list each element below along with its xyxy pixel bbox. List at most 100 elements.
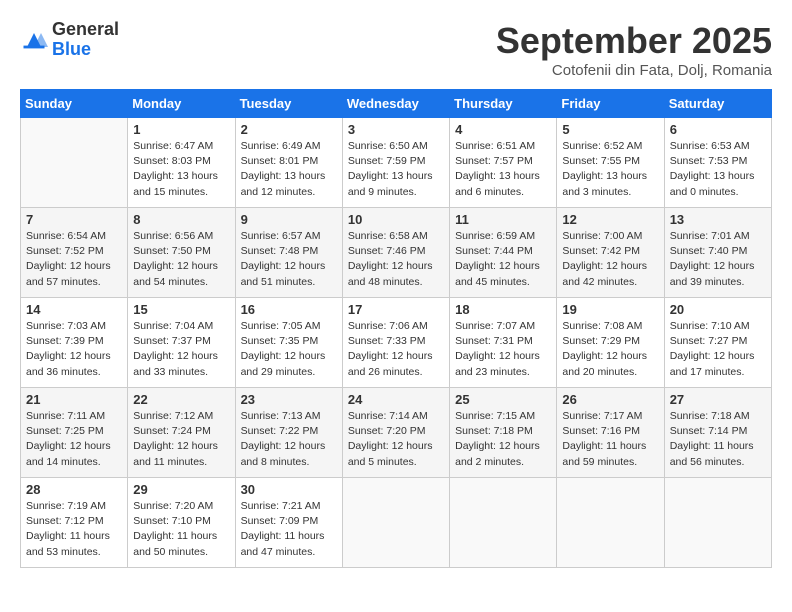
cell-info: Sunrise: 6:51 AM Sunset: 7:57 PM Dayligh… — [455, 139, 551, 200]
cell-info: Sunrise: 7:08 AM Sunset: 7:29 PM Dayligh… — [562, 319, 658, 380]
day-header-sunday: Sunday — [21, 90, 128, 118]
day-header-friday: Friday — [557, 90, 664, 118]
logo-icon — [20, 26, 48, 54]
day-header-wednesday: Wednesday — [342, 90, 449, 118]
day-number: 27 — [670, 392, 766, 407]
day-number: 19 — [562, 302, 658, 317]
cell-info: Sunrise: 7:19 AM Sunset: 7:12 PM Dayligh… — [26, 499, 122, 560]
location-subtitle: Cotofenii din Fata, Dolj, Romania — [496, 62, 772, 79]
calendar-cell: 18 Sunrise: 7:07 AM Sunset: 7:31 PM Dayli… — [450, 298, 557, 388]
cell-info: Sunrise: 7:17 AM Sunset: 7:16 PM Dayligh… — [562, 409, 658, 470]
day-number: 5 — [562, 122, 658, 137]
day-number: 4 — [455, 122, 551, 137]
cell-info: Sunrise: 7:07 AM Sunset: 7:31 PM Dayligh… — [455, 319, 551, 380]
calendar-cell: 13 Sunrise: 7:01 AM Sunset: 7:40 PM Dayli… — [664, 208, 771, 298]
cell-info: Sunrise: 6:57 AM Sunset: 7:48 PM Dayligh… — [241, 229, 337, 290]
logo: General Blue — [20, 20, 119, 60]
calendar-cell: 19 Sunrise: 7:08 AM Sunset: 7:29 PM Dayli… — [557, 298, 664, 388]
day-number: 28 — [26, 482, 122, 497]
day-number: 13 — [670, 212, 766, 227]
calendar-week-3: 14 Sunrise: 7:03 AM Sunset: 7:39 PM Dayli… — [21, 298, 772, 388]
cell-info: Sunrise: 6:56 AM Sunset: 7:50 PM Dayligh… — [133, 229, 229, 290]
calendar-table: SundayMondayTuesdayWednesdayThursdayFrid… — [20, 89, 772, 568]
day-number: 12 — [562, 212, 658, 227]
calendar-cell: 14 Sunrise: 7:03 AM Sunset: 7:39 PM Dayli… — [21, 298, 128, 388]
cell-info: Sunrise: 7:00 AM Sunset: 7:42 PM Dayligh… — [562, 229, 658, 290]
cell-info: Sunrise: 7:11 AM Sunset: 7:25 PM Dayligh… — [26, 409, 122, 470]
calendar-cell: 22 Sunrise: 7:12 AM Sunset: 7:24 PM Dayli… — [128, 388, 235, 478]
cell-info: Sunrise: 7:10 AM Sunset: 7:27 PM Dayligh… — [670, 319, 766, 380]
cell-info: Sunrise: 6:49 AM Sunset: 8:01 PM Dayligh… — [241, 139, 337, 200]
day-number: 24 — [348, 392, 444, 407]
cell-info: Sunrise: 6:59 AM Sunset: 7:44 PM Dayligh… — [455, 229, 551, 290]
day-number: 18 — [455, 302, 551, 317]
day-number: 1 — [133, 122, 229, 137]
calendar-cell: 12 Sunrise: 7:00 AM Sunset: 7:42 PM Dayli… — [557, 208, 664, 298]
calendar-week-1: 1 Sunrise: 6:47 AM Sunset: 8:03 PM Daylig… — [21, 118, 772, 208]
calendar-cell — [21, 118, 128, 208]
cell-info: Sunrise: 7:05 AM Sunset: 7:35 PM Dayligh… — [241, 319, 337, 380]
day-number: 20 — [670, 302, 766, 317]
calendar-cell: 29 Sunrise: 7:20 AM Sunset: 7:10 PM Dayli… — [128, 478, 235, 568]
calendar-cell: 26Sunrise: 7:17 AM Sunset: 7:16 PM Dayli… — [557, 388, 664, 478]
page-header: General Blue September 2025 Cotofenii di… — [20, 20, 772, 79]
calendar-cell: 16 Sunrise: 7:05 AM Sunset: 7:35 PM Dayli… — [235, 298, 342, 388]
cell-info: Sunrise: 7:12 AM Sunset: 7:24 PM Dayligh… — [133, 409, 229, 470]
cell-info: Sunrise: 7:15 AM Sunset: 7:18 PM Dayligh… — [455, 409, 551, 470]
calendar-cell: 11 Sunrise: 6:59 AM Sunset: 7:44 PM Dayli… — [450, 208, 557, 298]
calendar-cell: 3Sunrise: 6:50 AM Sunset: 7:59 PM Daylig… — [342, 118, 449, 208]
calendar-cell: 1 Sunrise: 6:47 AM Sunset: 8:03 PM Daylig… — [128, 118, 235, 208]
calendar-cell — [557, 478, 664, 568]
day-number: 25 — [455, 392, 551, 407]
calendar-cell: 7Sunrise: 6:54 AM Sunset: 7:52 PM Daylig… — [21, 208, 128, 298]
cell-info: Sunrise: 7:06 AM Sunset: 7:33 PM Dayligh… — [348, 319, 444, 380]
cell-info: Sunrise: 7:01 AM Sunset: 7:40 PM Dayligh… — [670, 229, 766, 290]
cell-info: Sunrise: 6:47 AM Sunset: 8:03 PM Dayligh… — [133, 139, 229, 200]
calendar-week-2: 7Sunrise: 6:54 AM Sunset: 7:52 PM Daylig… — [21, 208, 772, 298]
day-number: 8 — [133, 212, 229, 227]
day-number: 21 — [26, 392, 122, 407]
calendar-header-row: SundayMondayTuesdayWednesdayThursdayFrid… — [21, 90, 772, 118]
day-header-thursday: Thursday — [450, 90, 557, 118]
day-number: 17 — [348, 302, 444, 317]
day-number: 22 — [133, 392, 229, 407]
calendar-cell: 30Sunrise: 7:21 AM Sunset: 7:09 PM Dayli… — [235, 478, 342, 568]
cell-info: Sunrise: 6:52 AM Sunset: 7:55 PM Dayligh… — [562, 139, 658, 200]
day-number: 14 — [26, 302, 122, 317]
calendar-cell: 28 Sunrise: 7:19 AM Sunset: 7:12 PM Dayli… — [21, 478, 128, 568]
calendar-cell: 2 Sunrise: 6:49 AM Sunset: 8:01 PM Daylig… — [235, 118, 342, 208]
calendar-cell — [450, 478, 557, 568]
cell-info: Sunrise: 6:58 AM Sunset: 7:46 PM Dayligh… — [348, 229, 444, 290]
calendar-cell: 17 Sunrise: 7:06 AM Sunset: 7:33 PM Dayli… — [342, 298, 449, 388]
calendar-cell: 8 Sunrise: 6:56 AM Sunset: 7:50 PM Daylig… — [128, 208, 235, 298]
title-block: September 2025 Cotofenii din Fata, Dolj,… — [496, 20, 772, 79]
day-number: 15 — [133, 302, 229, 317]
cell-info: Sunrise: 7:21 AM Sunset: 7:09 PM Dayligh… — [241, 499, 337, 560]
cell-info: Sunrise: 7:04 AM Sunset: 7:37 PM Dayligh… — [133, 319, 229, 380]
cell-info: Sunrise: 7:18 AM Sunset: 7:14 PM Dayligh… — [670, 409, 766, 470]
calendar-cell — [664, 478, 771, 568]
calendar-cell: 4 Sunrise: 6:51 AM Sunset: 7:57 PM Daylig… — [450, 118, 557, 208]
calendar-cell: 15 Sunrise: 7:04 AM Sunset: 7:37 PM Dayli… — [128, 298, 235, 388]
calendar-cell: 23Sunrise: 7:13 AM Sunset: 7:22 PM Dayli… — [235, 388, 342, 478]
day-number: 29 — [133, 482, 229, 497]
cell-info: Sunrise: 6:54 AM Sunset: 7:52 PM Dayligh… — [26, 229, 122, 290]
day-number: 11 — [455, 212, 551, 227]
cell-info: Sunrise: 7:14 AM Sunset: 7:20 PM Dayligh… — [348, 409, 444, 470]
month-title: September 2025 — [496, 20, 772, 62]
cell-info: Sunrise: 7:13 AM Sunset: 7:22 PM Dayligh… — [241, 409, 337, 470]
calendar-cell: 5 Sunrise: 6:52 AM Sunset: 7:55 PM Daylig… — [557, 118, 664, 208]
calendar-cell: 6Sunrise: 6:53 AM Sunset: 7:53 PM Daylig… — [664, 118, 771, 208]
cell-info: Sunrise: 7:03 AM Sunset: 7:39 PM Dayligh… — [26, 319, 122, 380]
day-header-monday: Monday — [128, 90, 235, 118]
calendar-body: 1 Sunrise: 6:47 AM Sunset: 8:03 PM Daylig… — [21, 118, 772, 568]
day-header-saturday: Saturday — [664, 90, 771, 118]
day-header-tuesday: Tuesday — [235, 90, 342, 118]
calendar-cell: 25 Sunrise: 7:15 AM Sunset: 7:18 PM Dayli… — [450, 388, 557, 478]
day-number: 16 — [241, 302, 337, 317]
logo-text: General Blue — [52, 20, 119, 60]
cell-info: Sunrise: 7:20 AM Sunset: 7:10 PM Dayligh… — [133, 499, 229, 560]
day-number: 6 — [670, 122, 766, 137]
calendar-cell: 9Sunrise: 6:57 AM Sunset: 7:48 PM Daylig… — [235, 208, 342, 298]
day-number: 2 — [241, 122, 337, 137]
